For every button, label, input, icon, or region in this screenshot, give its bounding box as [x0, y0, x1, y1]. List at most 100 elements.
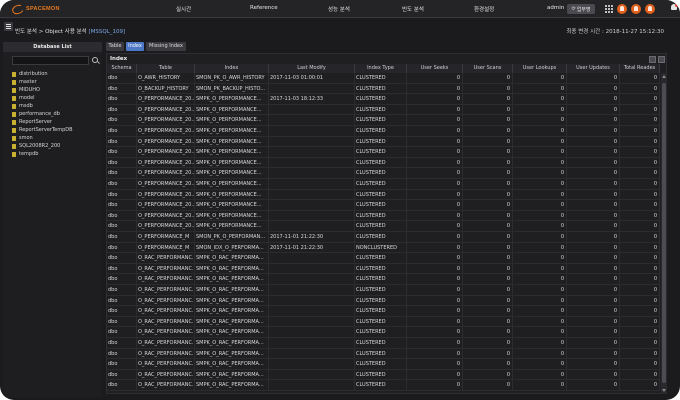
menu-item-performance-analysis[interactable]: 성능 분석 [328, 5, 350, 13]
table-row[interactable]: dbo O_PERFORMANCE_20... SMPK_O_PERFORMANCE… [107, 104, 660, 116]
database-list-item[interactable]: ReportServer [12, 118, 102, 126]
cell-user-seeks: 0 [407, 380, 463, 391]
cell-user-updates: 0 [567, 253, 620, 264]
table-row[interactable]: dbo O_RAC_PERFORMANC... SMPK_O_RAC_PERFORM… [107, 274, 660, 285]
vertical-scrollbar[interactable] [661, 73, 667, 394]
cell-table: O_RAC_PERFORMANC... [138, 316, 195, 327]
database-list-item[interactable]: tempdb [12, 150, 102, 158]
table-row[interactable]: dbo O_AWR_HISTORY SMON_PK_O_AWR_HISTORY 201… [107, 73, 660, 84]
database-list-item[interactable]: model [12, 94, 102, 102]
table-row[interactable]: dbo O_RAC_PERFORMANC... SMPK_O_RAC_PERFORM… [107, 359, 660, 370]
tab-index[interactable]: Index [126, 42, 144, 51]
table-row[interactable]: dbo O_PERFORMANCE_20... SMPK_O_PERFORMANCE… [107, 147, 660, 158]
table-row[interactable]: dbo O_RAC_PERFORMANC... SMPK_O_RAC_PERFORM… [107, 295, 660, 307]
cell-user-updates: 0 [567, 338, 620, 348]
settings-icon[interactable] [631, 4, 641, 14]
table-row[interactable]: dbo O_RAC_PERFORMANC... SMPK_O_RAC_PERFORM… [107, 338, 660, 349]
table-row[interactable]: dbo O_RAC_PERFORMANC... SMPK_O_RAC_PERFORM… [107, 369, 660, 381]
table-row[interactable]: dbo O_PERFORMANCE_20... SMPK_O_PERFORMANCE… [107, 136, 660, 148]
scrollbar-thumb[interactable] [662, 83, 666, 383]
database-search-input[interactable] [12, 56, 89, 65]
database-list-item[interactable]: master [12, 78, 102, 86]
table-row[interactable]: dbo O_PERFORMANCE_20... SMPK_O_PERFORMANCE… [107, 179, 660, 190]
update-button[interactable]: ⟳ 업무명 [567, 4, 595, 14]
cell-table: O_PERFORMANCE_20... [138, 147, 195, 158]
column-header-index[interactable]: Index [195, 64, 269, 73]
database-list-item[interactable]: SQL2008R2_200 [12, 142, 102, 150]
column-header-user-seeks[interactable]: User Seeks [407, 64, 463, 73]
cell-index: SMPK_O_PERFORMANCE... [195, 210, 269, 221]
table-row[interactable]: dbo O_PERFORMANCE_M SMON_IDX_O_PERFORMA...… [107, 242, 660, 254]
cell-total-reads: 0 [620, 242, 660, 253]
table-row[interactable]: dbo O_BACKUP_HISTORY SMON_PK_BACKUP_HISTO.… [107, 83, 660, 95]
table-row[interactable]: dbo O_PERFORMANCE_20... SMPK_O_PERFORMANCE… [107, 200, 660, 211]
cell-user-scans: 0 [463, 94, 513, 105]
database-list-item[interactable]: distribution [12, 70, 102, 78]
cell-last-modify [269, 136, 355, 147]
table-row[interactable]: dbo O_RAC_PERFORMANC... SMPK_O_RAC_PERFORM… [107, 327, 660, 338]
tab-table[interactable]: Table [106, 42, 124, 51]
cell-user-seeks: 0 [407, 232, 463, 242]
table-row[interactable]: dbo O_PERFORMANCE_20... SMPK_O_PERFORMANCE… [107, 94, 660, 105]
table-row[interactable]: dbo O_RAC_PERFORMANC... SMPK_O_RAC_PERFORM… [107, 316, 660, 328]
column-header-user-lookups[interactable]: User Lookups [513, 64, 567, 73]
table-row[interactable]: dbo O_RAC_PERFORMANC... SMPK_O_RAC_PERFORM… [107, 285, 660, 296]
logo[interactable]: SPACEMON [10, 2, 60, 16]
table-row[interactable]: dbo O_PERFORMANCE_20... SMPK_O_PERFORMANCE… [107, 210, 660, 222]
database-list-item[interactable]: ReportServerTempDB [12, 126, 102, 134]
notification-bell-icon[interactable] [670, 3, 679, 13]
cell-user-seeks: 0 [407, 200, 463, 211]
column-header-total-reads[interactable]: Total Reades [620, 64, 660, 73]
cell-user-scans: 0 [463, 83, 513, 94]
alert-icon[interactable] [645, 4, 655, 14]
menu-item-reference[interactable]: Reference [250, 5, 278, 11]
table-row[interactable]: dbo O_RAC_PERFORMANC... SMPK_O_RAC_PERFORM… [107, 380, 660, 391]
column-header-user-scans[interactable]: User Scans [463, 64, 513, 73]
cell-user-updates: 0 [567, 168, 620, 179]
menu-item-settings[interactable]: 환경설정 [474, 5, 494, 13]
database-list-item[interactable]: MIDUHO [12, 86, 102, 94]
cell-user-lookups: 0 [513, 295, 567, 306]
table-row[interactable]: dbo O_PERFORMANCE_20... SMPK_O_PERFORMANCE… [107, 189, 660, 201]
table-row[interactable]: dbo O_RAC_PERFORMANC... SMPK_O_RAC_PERFORM… [107, 306, 660, 317]
cell-last-modify [269, 327, 355, 338]
menu-item-realtime[interactable]: 실시간 [176, 5, 191, 13]
table-row[interactable]: dbo O_RAC_PERFORMANC... SMPK_O_RAC_PERFORM… [107, 253, 660, 264]
table-row[interactable]: dbo O_PERFORMANCE_20... SMPK_O_PERFORMANCE… [107, 221, 660, 232]
scroll-up-icon[interactable] [662, 75, 666, 78]
cell-schema: dbo [107, 210, 137, 221]
table-row[interactable]: dbo O_PERFORMANCE_20... SMPK_O_PERFORMANCE… [107, 168, 660, 179]
table-row[interactable]: dbo O_PERFORMANCE_20... SMPK_O_PERFORMANCE… [107, 115, 660, 126]
cell-total-reads: 0 [620, 221, 660, 232]
column-header-user-updates[interactable]: User Updates [567, 64, 620, 73]
tab-missing-index[interactable]: Missing Index [146, 42, 186, 51]
database-list-item[interactable]: msdb [12, 102, 102, 110]
sidebar-toggle-icon[interactable] [4, 22, 13, 31]
cell-user-lookups: 0 [513, 263, 567, 274]
scroll-down-icon[interactable] [662, 389, 666, 392]
apps-grid-icon[interactable] [604, 4, 614, 14]
column-header-last-modify[interactable]: Last Modify [269, 64, 355, 73]
table-row[interactable]: dbo O_RAC_PERFORMANC... SMPK_O_RAC_PERFORM… [107, 263, 660, 275]
instance-name[interactable]: [MSSQL_109] [89, 29, 126, 35]
user-icon[interactable] [617, 4, 627, 14]
database-list-item[interactable]: performance_db [12, 110, 102, 118]
cell-table: O_PERFORMANCE_20... [138, 221, 195, 232]
cell-schema: dbo [107, 263, 137, 274]
maximize-icon[interactable] [658, 56, 665, 63]
cell-schema: dbo [107, 306, 137, 317]
table-row[interactable]: dbo O_PERFORMANCE_M SMON_PK_O_PERFORMAN...… [107, 232, 660, 243]
current-user[interactable]: admin [547, 5, 564, 11]
table-row[interactable]: dbo O_PERFORMANCE_20... SMPK_O_PERFORMANCE… [107, 126, 660, 137]
column-header-index-type[interactable]: Index Type [355, 64, 407, 73]
column-header-table[interactable]: Table [137, 64, 195, 73]
cell-user-seeks: 0 [407, 210, 463, 221]
search-icon[interactable] [92, 57, 98, 63]
table-row[interactable]: dbo O_PERFORMANCE_20... SMPK_O_PERFORMANCE… [107, 157, 660, 169]
export-icon[interactable] [649, 56, 656, 63]
menu-item-frequency-analysis[interactable]: 빈도 분석 [402, 5, 424, 13]
database-list-item[interactable]: smon [12, 134, 102, 142]
table-row[interactable]: dbo O_RAC_PERFORMANC... SMPK_O_RAC_PERFORM… [107, 348, 660, 360]
cell-total-reads: 0 [620, 338, 660, 348]
column-header-schema[interactable]: Schema [107, 64, 137, 73]
